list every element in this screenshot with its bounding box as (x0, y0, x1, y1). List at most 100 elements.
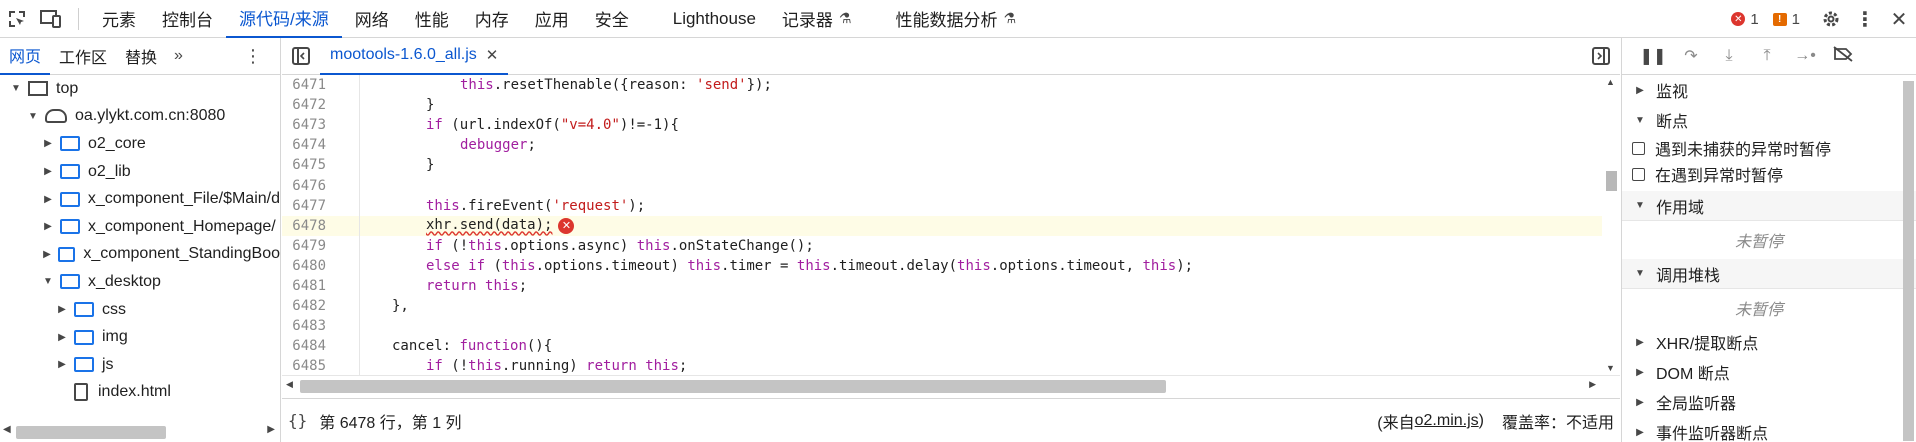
pause-caught-option[interactable]: 在遇到异常时暂停 (1622, 161, 1916, 187)
collapse-arrow-icon[interactable]: ▼ (27, 111, 39, 122)
line-number[interactable]: 6484 (282, 338, 340, 354)
call-stack-section[interactable]: ▼ 调用堆栈 (1622, 259, 1916, 289)
pause-icon[interactable]: ❚❚ (1634, 46, 1672, 66)
source-map-link[interactable]: o2.min.js (1415, 412, 1479, 430)
expand-arrow-icon[interactable]: ▶ (56, 332, 68, 343)
settings-gear-icon[interactable] (1814, 0, 1848, 38)
scrollbar-thumb[interactable] (300, 380, 1166, 393)
error-icon[interactable]: ✕ (558, 217, 575, 234)
code-line[interactable]: 6483 (282, 316, 1602, 336)
navigator-menu-icon[interactable]: ⋮ (244, 46, 262, 67)
tree-item[interactable]: index.html (0, 379, 280, 407)
tab-page[interactable]: 网页 (0, 38, 51, 75)
tab-performance-insights[interactable]: 性能数据分析 ⚗ (882, 0, 1029, 38)
tab-console[interactable]: 控制台 (149, 0, 226, 38)
xhr-breakpoints-section[interactable]: ▶ XHR/提取断点 (1622, 327, 1916, 357)
more-tabs-icon[interactable]: » (168, 47, 189, 65)
expand-arrow-icon[interactable]: ▶ (56, 304, 68, 315)
code-line[interactable]: 6480 else if (this.options.timeout) this.… (282, 256, 1602, 276)
line-number[interactable]: 6483 (282, 318, 340, 334)
expand-arrow-icon[interactable]: ▶ (42, 194, 54, 205)
error-counter[interactable]: ✕ 1 (1731, 11, 1759, 28)
breakpoints-section[interactable]: ▼ 断点 (1622, 105, 1916, 135)
line-number[interactable]: 6485 (282, 358, 340, 374)
step-out-icon[interactable]: ⤒ (1748, 47, 1786, 65)
tab-security[interactable]: 安全 (582, 0, 642, 38)
code-line[interactable]: 6471 this.resetThenable({reason: 'send'})… (282, 75, 1602, 95)
tree-item[interactable]: ▼ top (0, 75, 280, 103)
sidebar-scrollbar[interactable] (1900, 75, 1916, 442)
tab-network[interactable]: 网络 (342, 0, 402, 38)
pause-uncaught-checkbox[interactable] (1632, 141, 1645, 155)
code-line[interactable]: 6473 if (url.indexOf("v=4.0")!=-1){ (282, 115, 1602, 135)
editor-horizontal-scrollbar[interactable]: ◀ ▶ (282, 375, 1620, 395)
line-number[interactable]: 6473 (282, 117, 340, 133)
scroll-left-icon[interactable]: ◀ (3, 424, 11, 435)
close-tab-icon[interactable]: ✕ (486, 46, 499, 64)
line-number[interactable]: 6474 (282, 137, 340, 153)
expand-arrow-icon[interactable]: ▶ (42, 221, 54, 232)
inspect-element-icon[interactable] (0, 0, 34, 38)
tree-item[interactable]: ▶ x_component_Homepage/ (0, 213, 280, 241)
tree-item[interactable]: ▼ oa.ylykt.com.cn:8080 (0, 103, 280, 131)
tree-item[interactable]: ▶ img (0, 323, 280, 351)
step-icon[interactable]: →• (1786, 47, 1824, 65)
tab-workspace[interactable]: 工作区 (50, 38, 116, 75)
tab-lighthouse[interactable]: Lighthouse (660, 0, 769, 38)
line-number[interactable]: 6477 (282, 198, 340, 214)
line-number[interactable]: 6480 (282, 258, 340, 274)
tree-item[interactable]: ▶ x_component_File/$Main/d (0, 185, 280, 213)
tree-item[interactable]: ▶ o2_core (0, 130, 280, 158)
line-number[interactable]: 6476 (282, 178, 340, 194)
event-listener-breakpoints-section[interactable]: ▶ 事件监听器断点 (1622, 417, 1916, 442)
tab-application[interactable]: 应用 (522, 0, 582, 38)
code-line[interactable]: 6484 cancel: function(){ (282, 336, 1602, 356)
code-line[interactable]: 6482}, (282, 296, 1602, 316)
code-line[interactable]: 6474 debugger; (282, 135, 1602, 155)
scrollbar-thumb[interactable] (16, 426, 166, 439)
tree-item[interactable]: ▶ js (0, 351, 280, 379)
code-line[interactable]: 6475} (282, 155, 1602, 175)
tree-item[interactable]: ▼ x_desktop (0, 268, 280, 296)
deactivate-breakpoints-icon[interactable] (1824, 45, 1862, 67)
pretty-print-icon[interactable]: {} (288, 411, 307, 430)
tree-item[interactable]: ▶ o2_lib (0, 158, 280, 186)
step-into-icon[interactable]: ⤓ (1710, 47, 1748, 65)
tab-memory[interactable]: 内存 (462, 0, 522, 38)
scrollbar-thumb[interactable] (1903, 81, 1914, 441)
line-number[interactable]: 6478 (282, 218, 340, 234)
more-options-icon[interactable]: ⋮ (1848, 0, 1882, 38)
line-number[interactable]: 6481 (282, 278, 340, 294)
scroll-down-icon[interactable]: ▼ (1606, 363, 1615, 373)
line-number[interactable]: 6472 (282, 97, 340, 113)
code-line[interactable]: 6472} (282, 95, 1602, 115)
toggle-debugger-icon[interactable] (1592, 47, 1610, 69)
global-listeners-section[interactable]: ▶ 全局监听器 (1622, 387, 1916, 417)
watch-section[interactable]: ▶ 监视 (1622, 75, 1916, 105)
tree-item[interactable]: ▶ x_component_StandingBoo (0, 241, 280, 269)
line-number[interactable]: 6479 (282, 238, 340, 254)
dom-breakpoints-section[interactable]: ▶ DOM 断点 (1622, 357, 1916, 387)
navigator-scrollbar[interactable]: ◀ ▶ (0, 420, 281, 442)
code-line[interactable]: 6477 this.fireEvent('request'); (282, 196, 1602, 216)
step-over-icon[interactable]: ↷ (1672, 46, 1710, 66)
editor-tab-file[interactable]: mootools-1.6.0_all.js ✕ (320, 38, 509, 75)
code-line[interactable]: 6481 return this; (282, 276, 1602, 296)
line-number[interactable]: 6475 (282, 157, 340, 173)
code-line[interactable]: 6476 (282, 175, 1602, 195)
expand-arrow-icon[interactable]: ▶ (42, 138, 54, 149)
collapse-arrow-icon[interactable]: ▼ (42, 276, 54, 287)
collapse-arrow-icon[interactable]: ▼ (10, 83, 22, 94)
tab-recorder[interactable]: 记录器 ⚗ (769, 0, 865, 38)
line-number[interactable]: 6471 (282, 77, 340, 93)
warning-counter[interactable]: ! 1 (1772, 11, 1800, 28)
scroll-right-icon[interactable]: ▶ (1589, 379, 1596, 390)
expand-arrow-icon[interactable]: ▶ (56, 359, 68, 370)
scroll-up-icon[interactable]: ▲ (1606, 77, 1615, 87)
close-devtools-icon[interactable]: ✕ (1882, 0, 1916, 38)
scroll-left-icon[interactable]: ◀ (286, 379, 293, 390)
code-line[interactable]: 6485 if (!this.running) return this; (282, 356, 1602, 375)
tree-item[interactable]: ▶ css (0, 296, 280, 324)
code-line[interactable]: 6479 if (!this.options.async) this.onStat… (282, 236, 1602, 256)
scroll-right-icon[interactable]: ▶ (267, 424, 275, 435)
